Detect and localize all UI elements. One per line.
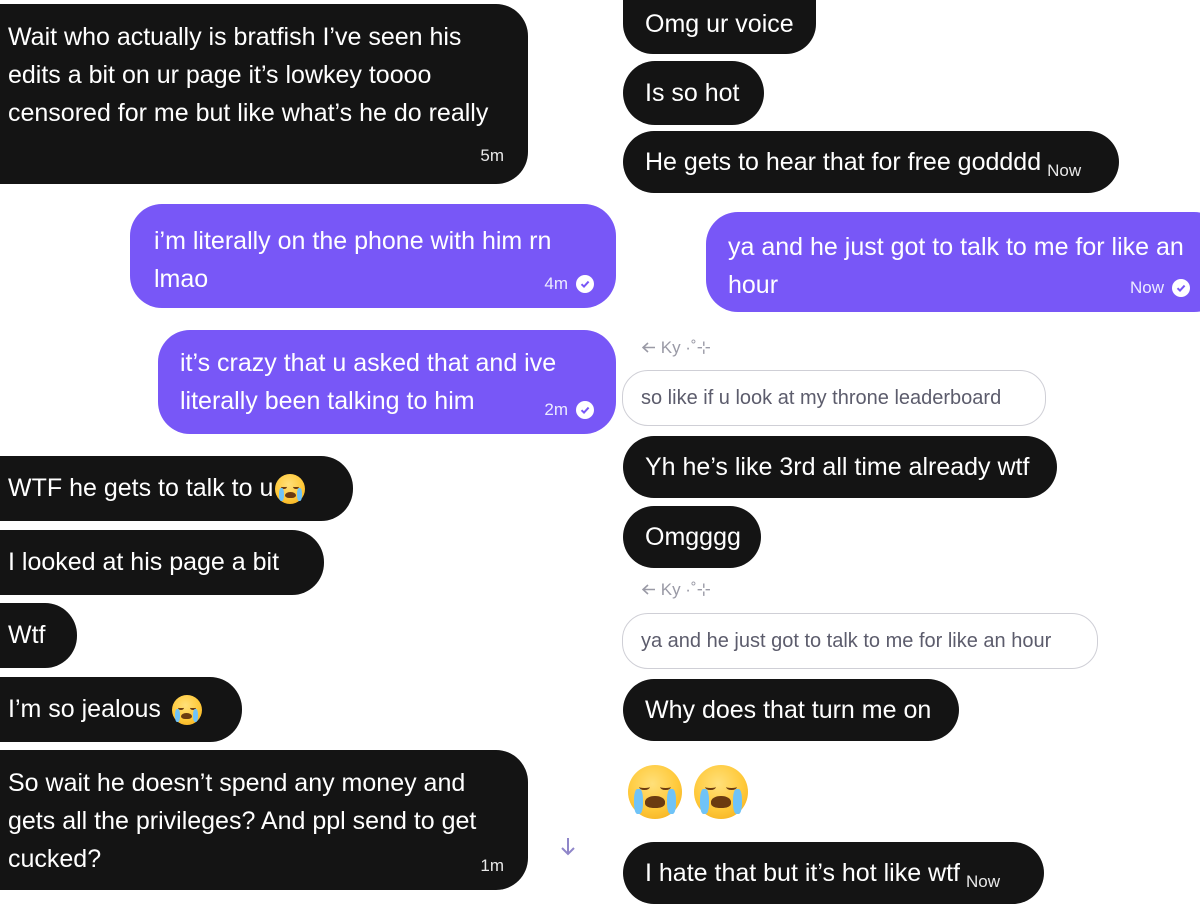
message-time: Now [966,872,1001,891]
message-time: 4m [544,274,568,293]
reply-quote-hour[interactable]: ya and he just got to talk to me for lik… [622,613,1098,669]
reply-arrow-icon [641,342,655,353]
reply-quote-leaderboard[interactable]: so like if u look at my throne leaderboa… [622,370,1046,426]
loudly-crying-face-icon [171,695,202,726]
message-received-hate[interactable]: I hate that but it’s hot like wtf Now [623,842,1044,904]
check-circle-icon [576,401,594,419]
message-text: Wtf [8,621,46,649]
reply-label: Ky ·˚⊹ [641,338,711,358]
message-received-jealous[interactable]: I’m so jealous [0,677,242,742]
loudly-crying-face-icon [628,765,682,819]
message-meta: Now [1130,278,1190,298]
message-received-bratfish[interactable]: Wait who actually is bratfish I’ve seen … [0,4,528,184]
message-meta: 4m [544,274,594,294]
message-time: Now [1047,161,1082,180]
message-text: Omgggg [645,523,741,551]
message-received-hot[interactable]: Is so hot [623,61,764,125]
message-text: WTF he gets to talk to u [8,474,274,502]
message-received-free[interactable]: He gets to hear that for free godddd Now [623,131,1119,193]
message-text: I’m so jealous [8,695,161,723]
message-text: Is so hot [645,79,740,107]
message-text: i’m literally on the phone with him rn l… [154,227,552,293]
quote-text: ya and he just got to talk to me for lik… [641,630,1052,652]
message-received-wtf-talk[interactable]: WTF he gets to talk to u [0,456,353,521]
message-text: Omg ur voice [645,10,794,38]
emoji-message[interactable] [628,765,752,821]
message-text: I looked at his page a bit [8,548,280,576]
message-received-wtf[interactable]: Wtf [0,603,77,668]
message-text: it’s crazy that u asked that and ive lit… [180,349,557,415]
message-meta: 2m [544,400,594,420]
message-time: 1m [480,856,504,875]
message-text: Yh he’s like 3rd all time already wtf [645,453,1030,481]
message-text: He gets to hear that for free godddd [645,148,1042,176]
message-text: Why does that turn me on [645,696,932,724]
message-time: 5m [480,146,504,165]
reply-author: Ky ·˚⊹ [660,338,711,357]
reply-label: Ky ·˚⊹ [641,580,711,600]
message-time: Now [1129,278,1164,297]
message-received-omg[interactable]: Omgggg [623,506,761,568]
message-text: I hate that but it’s hot like wtf [645,859,960,887]
reply-arrow-icon [641,584,655,595]
message-received-turn-on[interactable]: Why does that turn me on [623,679,959,741]
message-sent-crazy[interactable]: it’s crazy that u asked that and ive lit… [158,330,616,434]
quote-text: so like if u look at my throne leaderboa… [641,387,1002,409]
message-received-money[interactable]: So wait he doesn’t spend any money and g… [0,750,528,890]
check-circle-icon [576,275,594,293]
loudly-crying-face-icon [275,474,306,505]
message-received-looked[interactable]: I looked at his page a bit [0,530,324,595]
message-text: Wait who actually is bratfish I’ve seen … [8,23,489,127]
reply-author: Ky ·˚⊹ [660,580,711,599]
check-circle-icon [1172,279,1190,297]
message-text: ya and he just got to talk to me for lik… [728,233,1184,299]
loudly-crying-face-icon [694,765,748,819]
message-received-voice[interactable]: Omg ur voice [623,0,816,54]
arrow-down-icon[interactable] [558,836,578,858]
message-sent-phone[interactable]: i’m literally on the phone with him rn l… [130,204,616,308]
message-sent-hour[interactable]: ya and he just got to talk to me for lik… [706,212,1200,312]
message-received-3rd[interactable]: Yh he’s like 3rd all time already wtf [623,436,1057,498]
message-time: 2m [544,400,568,419]
message-text: So wait he doesn’t spend any money and g… [8,769,477,873]
